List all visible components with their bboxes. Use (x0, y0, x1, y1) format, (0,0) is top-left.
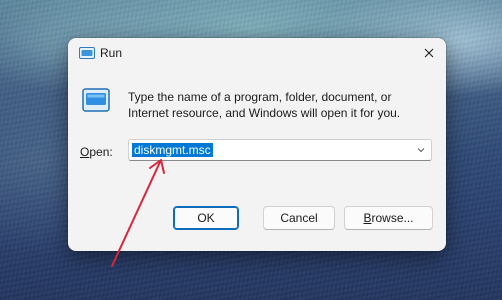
run-dialog: Run Type the name of a program, folder, … (68, 38, 446, 251)
open-label-mnemonic: O (80, 145, 90, 159)
chevron-down-icon[interactable] (415, 144, 427, 156)
run-app-icon (79, 47, 95, 59)
browse-label-rest: rowse... (371, 211, 414, 225)
title-bar[interactable]: Run (68, 38, 446, 68)
window-title: Run (100, 46, 123, 60)
close-icon (424, 48, 434, 58)
open-input[interactable]: diskmgmt.msc (132, 143, 213, 157)
open-label-rest: pen: (89, 145, 113, 159)
run-app-icon (82, 88, 110, 112)
dialog-description: Type the name of a program, folder, docu… (128, 90, 401, 120)
browse-mnemonic: B (363, 211, 372, 225)
browse-button[interactable]: Browse... (344, 206, 433, 230)
open-label: Open: (80, 145, 113, 159)
ok-button[interactable]: OK (173, 206, 239, 230)
desktop-wallpaper: Run Type the name of a program, folder, … (0, 0, 502, 300)
close-button[interactable] (418, 42, 440, 64)
open-combobox[interactable]: diskmgmt.msc (128, 139, 432, 161)
cancel-button[interactable]: Cancel (263, 206, 335, 230)
